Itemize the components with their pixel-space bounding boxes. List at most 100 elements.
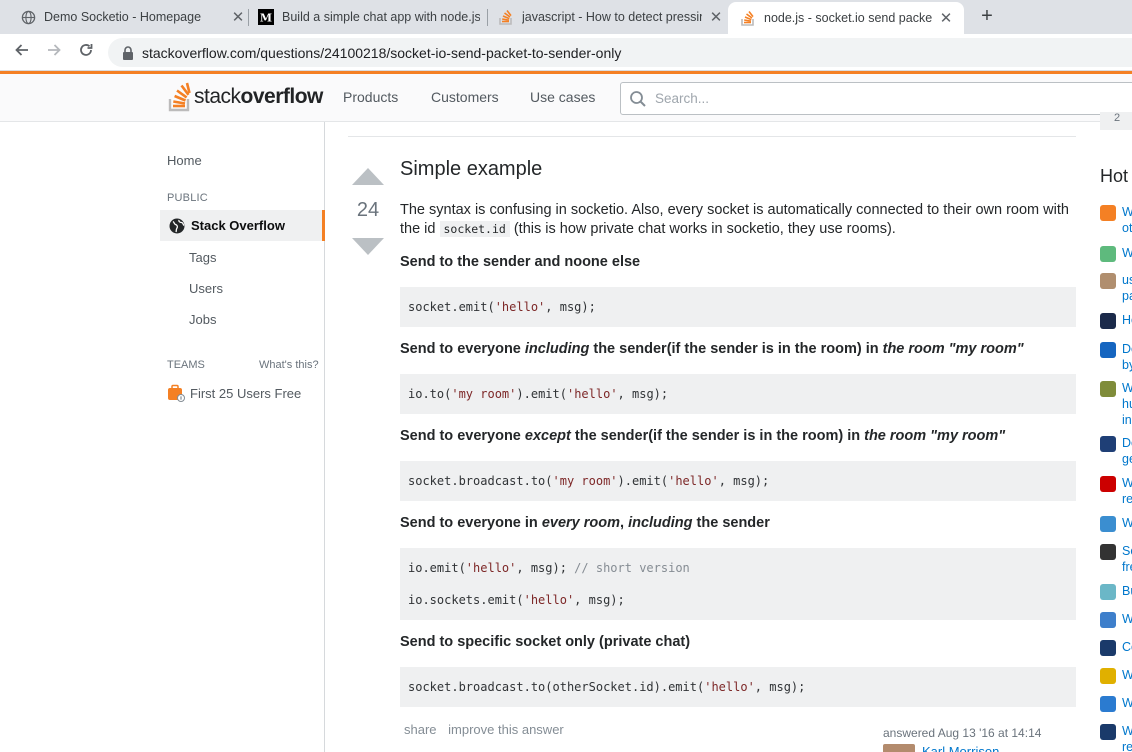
code-line: socket.broadcast.to('my room').emit('hel… bbox=[408, 474, 770, 488]
hot-question-item[interactable]: uspa bbox=[1100, 272, 1132, 304]
hot-question-title: Wh bbox=[1122, 668, 1132, 682]
hot-question-title: Co bbox=[1122, 640, 1132, 654]
sidebar-box: 2 bbox=[1100, 112, 1132, 130]
site-icon bbox=[1100, 612, 1116, 628]
answer-intro: The syntax is confusing in socketio. Als… bbox=[400, 202, 1069, 237]
hot-question-item[interactable]: Scfre bbox=[1100, 543, 1132, 575]
hot-question-item[interactable]: W bbox=[1100, 695, 1132, 712]
hot-question-item[interactable]: Wh bbox=[1100, 245, 1132, 262]
hot-question-item[interactable]: Wh bbox=[1100, 611, 1132, 628]
sidebar-item-users[interactable]: Users bbox=[189, 281, 223, 296]
tab-title: Build a simple chat app with node.js bbox=[282, 10, 480, 24]
section-heading: Send to the sender and noone else bbox=[400, 254, 641, 270]
hot-question-title: Bu bbox=[1122, 584, 1132, 598]
sidebar-item-jobs[interactable]: Jobs bbox=[189, 312, 216, 327]
hot-question-title: Ho bbox=[1122, 313, 1132, 327]
close-icon[interactable]: ✕ bbox=[230, 8, 246, 26]
sidebar-item-tags[interactable]: Tags bbox=[189, 250, 216, 265]
avatar[interactable] bbox=[883, 744, 915, 752]
hot-question-item[interactable]: Wre bbox=[1100, 475, 1132, 507]
hot-question-title: Wh bbox=[1122, 246, 1132, 260]
briefcase-icon bbox=[168, 384, 185, 402]
tab-separator bbox=[248, 9, 249, 26]
hot-question-title: W bbox=[1122, 696, 1132, 710]
browser-tab-strip: Demo Socketio - Homepage ✕ M Build a sim… bbox=[0, 0, 1132, 34]
code-line: io.to('my room').emit('hello', msg); bbox=[408, 387, 669, 401]
arrow-right-icon bbox=[48, 44, 61, 56]
tab-title: javascript - How to detect pressing bbox=[522, 10, 702, 24]
hot-question-item[interactable]: Whot bbox=[1100, 204, 1132, 236]
hot-question-item[interactable]: Wh bbox=[1100, 515, 1132, 532]
answered-timestamp: answered Aug 13 '16 at 14:14 bbox=[883, 726, 1042, 740]
hot-question-item[interactable]: Deby bbox=[1100, 341, 1132, 373]
stackoverflow-logo[interactable]: stackoverflow bbox=[168, 82, 323, 112]
browser-tab-active[interactable]: node.js - socket.io send packet to sende… bbox=[728, 2, 964, 34]
site-icon bbox=[1100, 436, 1116, 452]
browser-tab[interactable]: Demo Socketio - Homepage ✕ bbox=[20, 0, 246, 34]
nav-customers[interactable]: Customers bbox=[431, 89, 499, 105]
inline-code: socket.id bbox=[439, 221, 510, 237]
section-heading: Send to everyone including the sender(if… bbox=[400, 341, 1024, 357]
upvote-arrow-icon[interactable] bbox=[352, 168, 384, 185]
user-name-link[interactable]: Karl Morrison bbox=[922, 744, 999, 752]
medium-icon: M bbox=[258, 9, 274, 25]
sidebar-item-home[interactable]: Home bbox=[167, 153, 202, 168]
hot-question-item[interactable]: Co bbox=[1100, 639, 1132, 656]
svg-text:M: M bbox=[260, 12, 272, 25]
hot-question-title: Wre bbox=[1122, 476, 1132, 506]
globe-icon bbox=[20, 9, 36, 25]
site-icon bbox=[1100, 246, 1116, 262]
hot-question-item[interactable]: Ho bbox=[1100, 312, 1132, 329]
code-block: io.to('my room').emit('hello', msg); bbox=[400, 374, 1076, 414]
code-line: io.emit('hello', msg); // short version bbox=[408, 561, 690, 575]
nav-products[interactable]: Products bbox=[343, 89, 398, 105]
site-icon bbox=[1100, 273, 1116, 289]
site-icon bbox=[1100, 668, 1116, 684]
browser-tab[interactable]: M Build a simple chat app with node.js bbox=[258, 0, 480, 34]
url-text: stackoverflow.com/questions/24100218/soc… bbox=[142, 44, 622, 61]
forward-button[interactable] bbox=[43, 42, 65, 64]
hot-question-item[interactable]: Bu bbox=[1100, 583, 1132, 600]
address-bar[interactable]: stackoverflow.com/questions/24100218/soc… bbox=[108, 38, 1132, 67]
reload-icon bbox=[80, 44, 93, 56]
nav-use-cases[interactable]: Use cases bbox=[530, 89, 595, 105]
sidebar-section-public: PUBLIC bbox=[167, 192, 208, 204]
section-heading: Send to everyone except the sender(if th… bbox=[400, 428, 1006, 444]
hot-question-item[interactable]: Dege bbox=[1100, 435, 1132, 467]
site-icon bbox=[1100, 313, 1116, 329]
search-input[interactable]: Search... bbox=[620, 82, 1132, 115]
browser-tab[interactable]: javascript - How to detect pressing ✕ bbox=[498, 0, 724, 34]
reload-button[interactable] bbox=[75, 42, 97, 64]
hot-question-title: Whot bbox=[1122, 205, 1132, 235]
back-button[interactable] bbox=[11, 42, 33, 64]
tab-title: node.js - socket.io send packet to sende… bbox=[764, 11, 932, 25]
new-tab-button[interactable]: + bbox=[976, 6, 998, 28]
hot-question-item[interactable]: Whuin bbox=[1100, 380, 1132, 428]
post-menu: share improve this answer bbox=[404, 722, 572, 737]
share-link[interactable]: share bbox=[404, 722, 437, 737]
search-placeholder: Search... bbox=[655, 91, 710, 106]
hot-question-item[interactable]: Wh bbox=[1100, 667, 1132, 684]
sidebar-item-stack-overflow[interactable]: Stack Overflow bbox=[160, 210, 325, 241]
sidebar-item-first-users[interactable]: First 25 Users Free bbox=[167, 384, 301, 402]
hot-question-title: Wh bbox=[1122, 612, 1132, 626]
tab-separator bbox=[487, 9, 488, 26]
section-heading: Send to specific socket only (private ch… bbox=[400, 634, 691, 650]
close-icon[interactable]: ✕ bbox=[938, 9, 954, 27]
whats-this-link[interactable]: What's this? bbox=[259, 359, 319, 371]
downvote-arrow-icon[interactable] bbox=[352, 238, 384, 255]
hot-question-item[interactable]: Whre bbox=[1100, 723, 1132, 752]
site-icon bbox=[1100, 724, 1116, 740]
stackoverflow-icon bbox=[740, 10, 756, 26]
site-icon bbox=[1100, 381, 1116, 397]
close-icon[interactable]: ✕ bbox=[708, 8, 724, 26]
hot-questions-title: Hot bbox=[1100, 166, 1129, 186]
browser-toolbar: stackoverflow.com/questions/24100218/soc… bbox=[0, 34, 1132, 71]
hot-question-title: Deby bbox=[1122, 342, 1132, 372]
search-icon bbox=[630, 90, 646, 107]
answer-divider bbox=[348, 136, 1076, 137]
stackoverflow-icon bbox=[168, 82, 191, 112]
stackoverflow-icon bbox=[498, 9, 514, 25]
improve-answer-link[interactable]: improve this answer bbox=[448, 722, 564, 737]
sidebar-item-label: First 25 Users Free bbox=[190, 385, 302, 401]
